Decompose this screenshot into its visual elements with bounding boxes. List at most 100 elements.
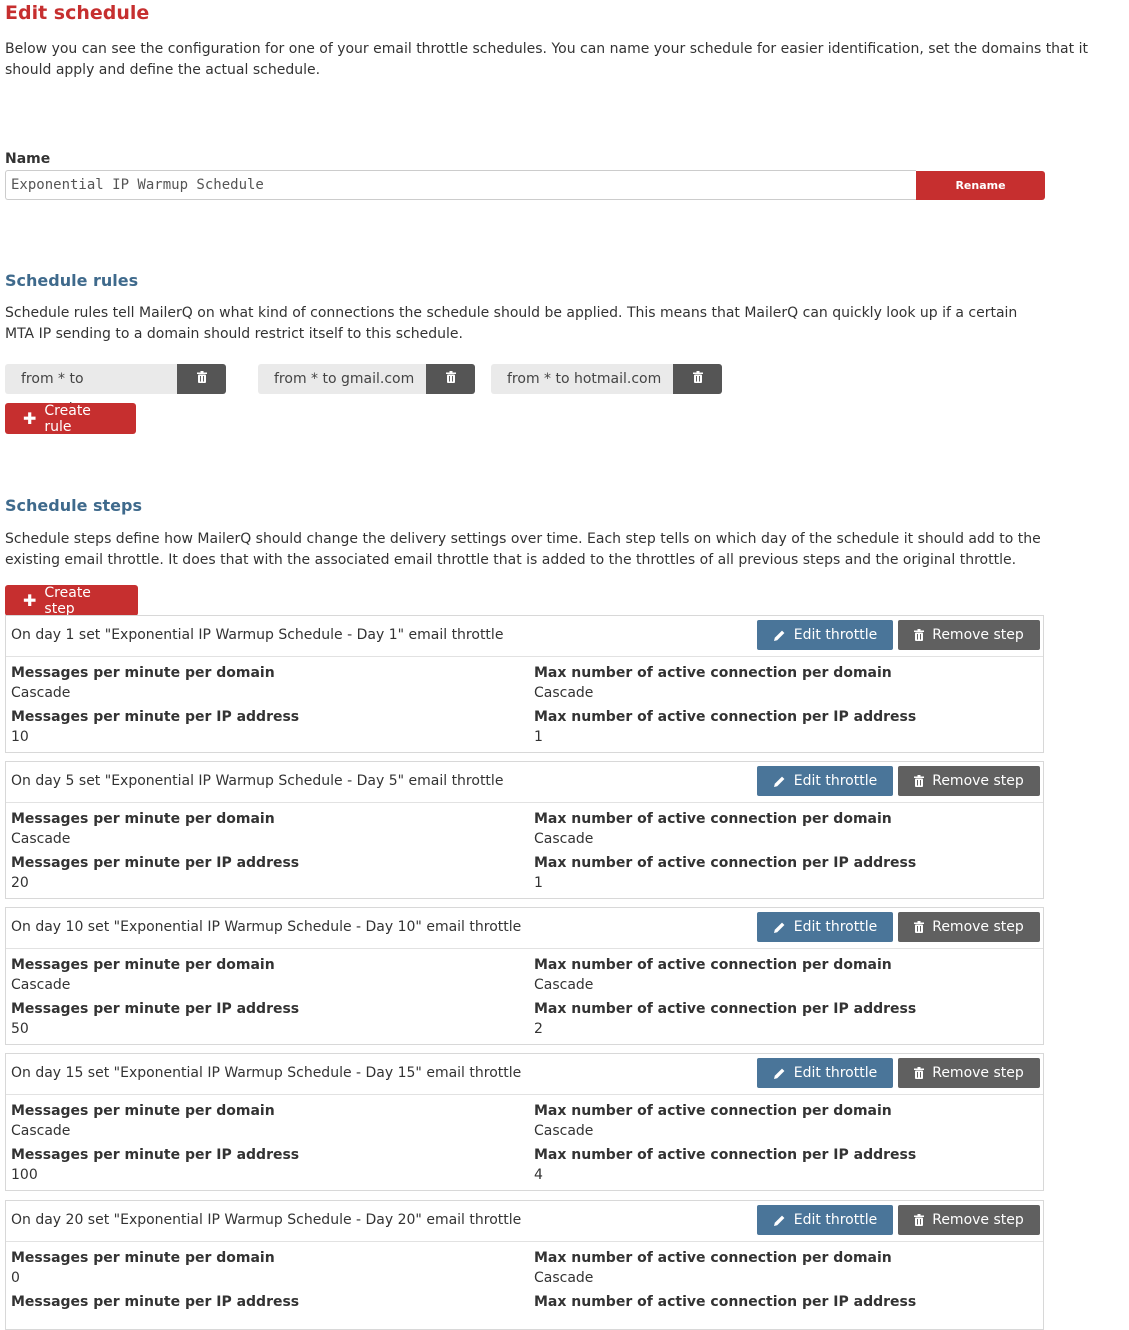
- remove-step-button[interactable]: Remove step: [898, 912, 1040, 942]
- plus-icon: ✚: [23, 591, 37, 610]
- remove-step-button[interactable]: Remove step: [898, 766, 1040, 796]
- rule-item: from * to hotmail.com: [491, 364, 722, 394]
- schedule-steps-heading: Schedule steps: [5, 496, 142, 515]
- create-rule-button[interactable]: ✚ Create rule: [5, 402, 136, 435]
- conn-domain-label: Max number of active connection per doma…: [534, 811, 892, 827]
- create-rule-label: Create rule: [44, 402, 91, 435]
- edit-throttle-button[interactable]: Edit throttle: [757, 1205, 893, 1235]
- trash-icon: [914, 921, 925, 933]
- conn-ip-value: 1: [534, 729, 543, 745]
- mpm-domain-value: 0: [11, 1270, 20, 1286]
- mpm-ip-label: Messages per minute per IP address: [11, 709, 300, 725]
- conn-ip-value: 1: [534, 875, 543, 891]
- create-step-label: Create step: [44, 584, 91, 617]
- edit-throttle-label: Edit throttle: [793, 773, 878, 789]
- remove-step-label: Remove step: [932, 773, 1024, 789]
- mpm-ip-label: Messages per minute per IP address: [11, 1294, 300, 1310]
- edit-throttle-button[interactable]: Edit throttle: [757, 620, 893, 650]
- mpm-domain-label: Messages per minute per domain: [11, 957, 275, 973]
- trash-icon: [196, 371, 207, 387]
- step-title: On day 20 set "Exponential IP Warmup Sch…: [11, 1212, 522, 1228]
- mpm-domain-value: Cascade: [11, 685, 71, 701]
- mpm-domain-value: Cascade: [11, 977, 71, 993]
- step-title: On day 5 set "Exponential IP Warmup Sche…: [11, 773, 504, 789]
- conn-ip-label: Max number of active connection per IP a…: [534, 1001, 917, 1017]
- rule-label: from * to hotmail.com: [491, 364, 673, 394]
- remove-step-button[interactable]: Remove step: [898, 1205, 1040, 1235]
- schedule-rules-heading: Schedule rules: [5, 271, 139, 290]
- pencil-icon: [773, 921, 786, 934]
- conn-ip-label: Max number of active connection per IP a…: [534, 709, 917, 725]
- schedule-step: On day 15 set "Exponential IP Warmup Sch…: [5, 1053, 1044, 1191]
- conn-domain-label: Max number of active connection per doma…: [534, 957, 892, 973]
- delete-rule-button[interactable]: [426, 364, 475, 394]
- rule-item: from * to gmail.com: [258, 364, 475, 394]
- rule-label: from * to gmail.com: [258, 364, 426, 394]
- trash-icon: [692, 371, 703, 387]
- schedule-step: On day 1 set "Exponential IP Warmup Sche…: [5, 615, 1044, 753]
- schedule-step: On day 10 set "Exponential IP Warmup Sch…: [5, 907, 1044, 1045]
- step-title: On day 10 set "Exponential IP Warmup Sch…: [11, 919, 522, 935]
- remove-step-label: Remove step: [932, 627, 1024, 643]
- step-header: On day 10 set "Exponential IP Warmup Sch…: [6, 908, 1043, 949]
- schedule-steps-description: Schedule steps define how MailerQ should…: [5, 531, 1041, 568]
- mpm-ip-label: Messages per minute per IP address: [11, 1001, 300, 1017]
- remove-step-button[interactable]: Remove step: [898, 620, 1040, 650]
- trash-icon: [914, 1067, 925, 1079]
- pencil-icon: [773, 1067, 786, 1080]
- conn-domain-value: Cascade: [534, 685, 594, 701]
- conn-ip-value: 4: [534, 1167, 543, 1183]
- step-header: On day 1 set "Exponential IP Warmup Sche…: [6, 616, 1043, 657]
- mpm-domain-label: Messages per minute per domain: [11, 1250, 275, 1266]
- conn-domain-value: Cascade: [534, 1270, 594, 1286]
- mpm-ip-value: 50: [11, 1021, 29, 1037]
- mpm-domain-value: Cascade: [11, 1123, 71, 1139]
- conn-domain-label: Max number of active connection per doma…: [534, 1103, 892, 1119]
- mpm-domain-label: Messages per minute per domain: [11, 811, 275, 827]
- edit-throttle-button[interactable]: Edit throttle: [757, 912, 893, 942]
- rename-button[interactable]: Rename: [916, 171, 1045, 200]
- remove-step-label: Remove step: [932, 919, 1024, 935]
- conn-ip-label: Max number of active connection per IP a…: [534, 855, 917, 871]
- schedule-rules-description: Schedule rules tell MailerQ on what kind…: [5, 305, 1018, 342]
- rule-label: from * to example.com: [5, 364, 177, 417]
- conn-ip-label: Max number of active connection per IP a…: [534, 1147, 917, 1163]
- trash-icon: [914, 1214, 925, 1226]
- conn-domain-value: Cascade: [534, 831, 594, 847]
- schedule-step: On day 5 set "Exponential IP Warmup Sche…: [5, 761, 1044, 899]
- page-title: Edit schedule: [5, 2, 150, 24]
- trash-icon: [914, 629, 925, 641]
- remove-step-label: Remove step: [932, 1212, 1024, 1228]
- delete-rule-button[interactable]: [673, 364, 722, 394]
- rule-item: from * to example.com: [5, 364, 226, 417]
- mpm-ip-value: 20: [11, 875, 29, 891]
- mpm-domain-label: Messages per minute per domain: [11, 1103, 275, 1119]
- edit-throttle-label: Edit throttle: [793, 919, 878, 935]
- conn-domain-label: Max number of active connection per doma…: [534, 1250, 892, 1266]
- step-header: On day 5 set "Exponential IP Warmup Sche…: [6, 762, 1043, 803]
- remove-step-button[interactable]: Remove step: [898, 1058, 1040, 1088]
- mpm-ip-value: 10: [11, 729, 29, 745]
- trash-icon: [445, 371, 456, 387]
- mpm-domain-value: Cascade: [11, 831, 71, 847]
- mpm-ip-value: 100: [11, 1167, 38, 1183]
- plus-icon: ✚: [23, 409, 37, 428]
- pencil-icon: [773, 775, 786, 788]
- conn-ip-label: Max number of active connection per IP a…: [534, 1294, 917, 1310]
- mpm-ip-label: Messages per minute per IP address: [11, 1147, 300, 1163]
- mpm-ip-label: Messages per minute per IP address: [11, 855, 300, 871]
- edit-throttle-button[interactable]: Edit throttle: [757, 766, 893, 796]
- name-label: Name: [5, 151, 51, 167]
- delete-rule-button[interactable]: [177, 364, 226, 394]
- pencil-icon: [773, 1214, 786, 1227]
- trash-icon: [914, 775, 925, 787]
- step-title: On day 15 set "Exponential IP Warmup Sch…: [11, 1065, 522, 1081]
- edit-throttle-label: Edit throttle: [793, 627, 878, 643]
- edit-throttle-button[interactable]: Edit throttle: [757, 1058, 893, 1088]
- step-title: On day 1 set "Exponential IP Warmup Sche…: [11, 627, 504, 643]
- pencil-icon: [773, 629, 786, 642]
- edit-throttle-label: Edit throttle: [793, 1065, 878, 1081]
- schedule-name-input[interactable]: [5, 170, 916, 200]
- create-step-button[interactable]: ✚ Create step: [5, 584, 138, 617]
- conn-domain-value: Cascade: [534, 977, 594, 993]
